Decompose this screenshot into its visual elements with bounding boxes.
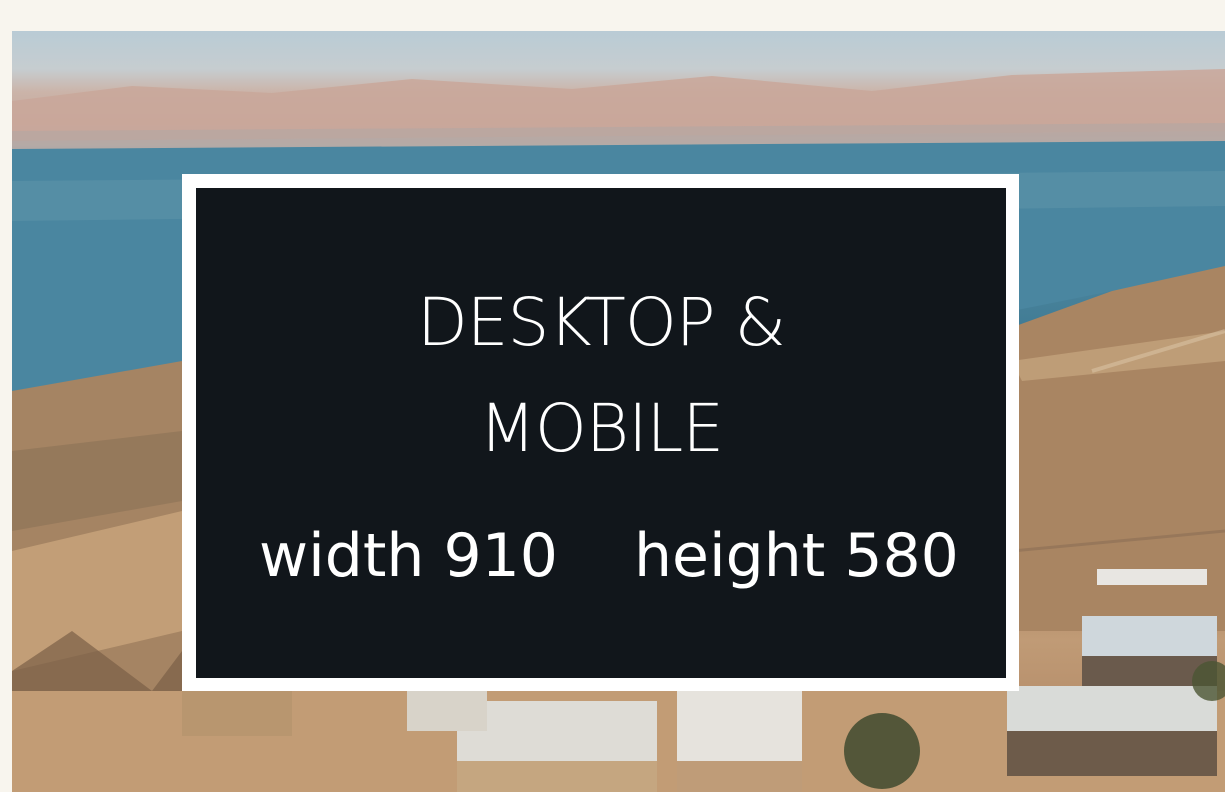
card-title-line-2: MOBILE [478,390,724,467]
height-label: height 580 [634,521,959,591]
card-title: DESKTOP & MOBILE [196,270,1006,482]
overlay-card: DESKTOP & MOBILE width 910 height 580 [196,188,1006,678]
card-title-line-1: DESKTOP & [416,284,786,361]
width-label: width 910 [259,521,558,591]
page: DESKTOP & MOBILE width 910 height 580 [0,0,1225,792]
